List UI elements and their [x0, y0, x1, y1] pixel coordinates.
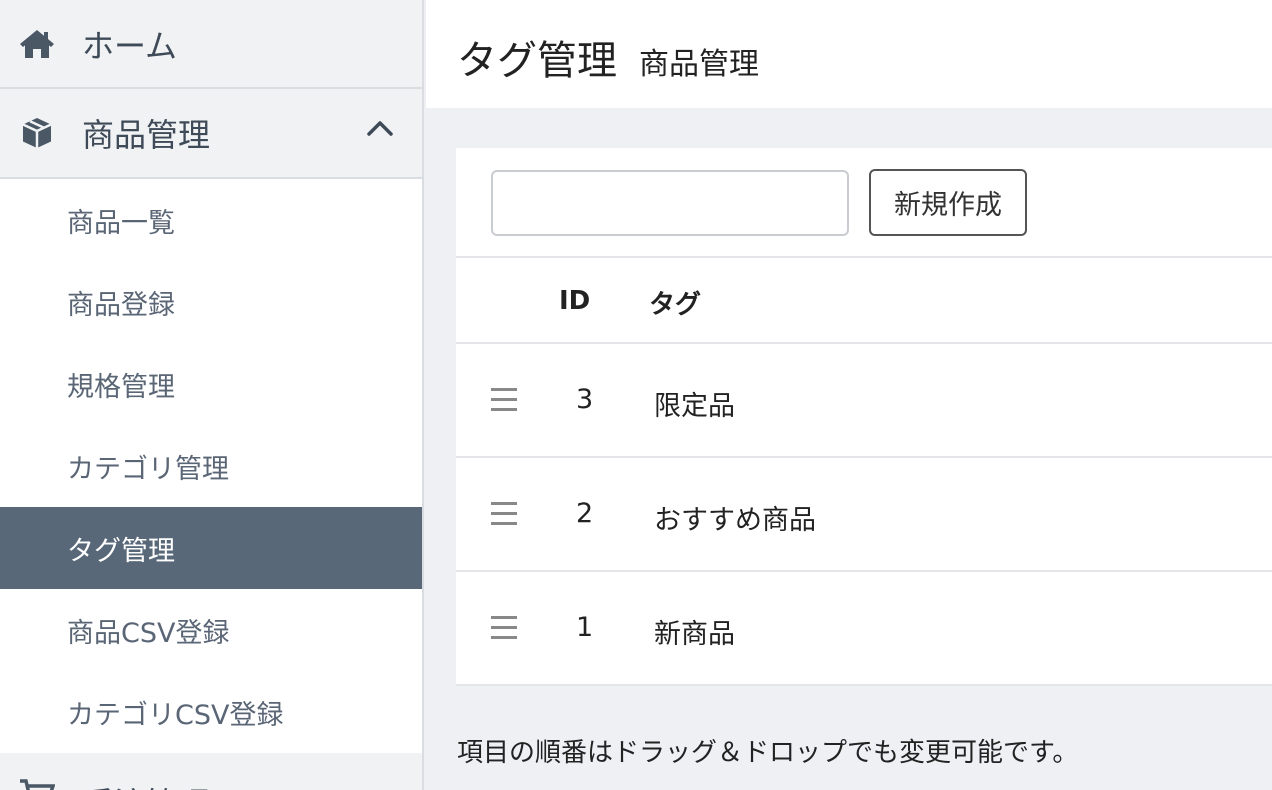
new-create-button[interactable]: 新規作成 [869, 169, 1027, 236]
table-row[interactable]: 1 新商品 [456, 572, 1272, 686]
page-subtitle: 商品管理 [639, 47, 759, 82]
table-row[interactable]: 3 限定品 [456, 344, 1272, 458]
sidebar-item-tag-management[interactable]: タグ管理 [0, 507, 422, 589]
column-header-tag: タグ [649, 290, 702, 320]
sidebar-item-home[interactable]: ホーム [0, 0, 422, 89]
sidebar-section-orders[interactable]: 受注管理 [0, 753, 422, 790]
drag-handle-icon[interactable] [491, 616, 517, 640]
main-content: タグ管理 商品管理 新規作成 ID タグ 3 限定品 2 おすすめ商品 1 新商… [426, 0, 1272, 790]
sidebar-item-category-management[interactable]: カテゴリ管理 [0, 425, 422, 507]
sidebar-item-category-csv[interactable]: カテゴリCSV登録 [0, 671, 422, 753]
column-header-id: ID [559, 286, 591, 316]
table-header: ID タグ [456, 258, 1272, 344]
table-row[interactable]: 2 おすすめ商品 [456, 458, 1272, 572]
chevron-up-icon[interactable] [366, 119, 394, 141]
drag-handle-icon[interactable] [491, 388, 517, 412]
toolbar: 新規作成 [456, 148, 1272, 258]
tag-list-card: 新規作成 ID タグ 3 限定品 2 おすすめ商品 1 新商品 [456, 148, 1272, 686]
home-icon [18, 25, 56, 63]
sidebar-section-label: 商品管理 [82, 116, 211, 154]
cart-icon [18, 775, 56, 790]
reorder-hint-text: 項目の順番はドラッグ＆ドロップでも変更可能です。 [457, 738, 1079, 768]
row-tag-name: 新商品 [654, 619, 735, 650]
sidebar-item-product-register[interactable]: 商品登録 [0, 261, 422, 343]
tag-name-input[interactable] [491, 170, 849, 236]
sidebar-section-products[interactable]: 商品管理 [0, 89, 422, 179]
row-tag-name: 限定品 [654, 391, 735, 422]
sidebar-item-product-csv[interactable]: 商品CSV登録 [0, 589, 422, 671]
row-tag-name: おすすめ商品 [654, 505, 816, 536]
sidebar-item-label: ホーム [82, 26, 178, 65]
sidebar-item-spec-management[interactable]: 規格管理 [0, 343, 422, 425]
sidebar-section-label: 受注管理 [82, 779, 210, 790]
row-id: 1 [576, 612, 594, 643]
row-id: 2 [576, 498, 594, 529]
drag-handle-icon[interactable] [491, 502, 517, 526]
box-icon [18, 114, 56, 152]
page-title: タグ管理 [457, 38, 617, 84]
sidebar: ホーム 商品管理 商品一覧 商品登録 規格管理 カテゴリ管理 タグ管理 商品CS… [0, 0, 424, 790]
page-header: タグ管理 商品管理 [426, 0, 1272, 108]
sidebar-sub-list: 商品一覧 商品登録 規格管理 カテゴリ管理 タグ管理 商品CSV登録 カテゴリC… [0, 179, 422, 753]
sidebar-item-product-list[interactable]: 商品一覧 [0, 179, 422, 261]
row-id: 3 [576, 384, 594, 415]
